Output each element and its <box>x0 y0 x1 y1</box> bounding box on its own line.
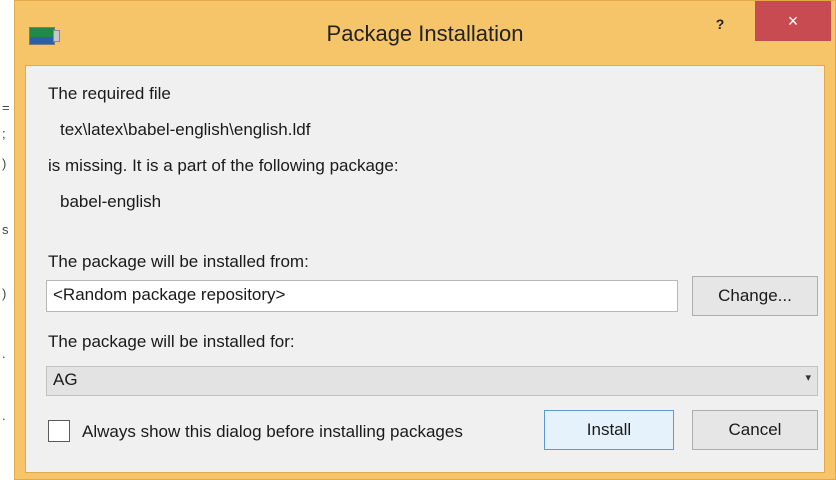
background-text: ) <box>2 156 7 171</box>
background-text: . <box>2 346 6 361</box>
repository-field[interactable]: <Random package repository> <box>46 280 678 312</box>
chevron-down-icon: ▾ <box>805 372 811 384</box>
user-select-value: AG <box>53 370 78 389</box>
package-installation-dialog: Package Installation ? × The required fi… <box>14 0 836 480</box>
intro-text: The required file <box>48 84 171 103</box>
title-bar[interactable]: Package Installation ? × <box>15 1 835 65</box>
help-button[interactable]: ? <box>703 9 737 39</box>
cancel-button[interactable]: Cancel <box>692 410 818 450</box>
user-select[interactable]: AG ▾ <box>46 366 818 396</box>
always-show-label[interactable]: Always show this dialog before installin… <box>82 422 463 442</box>
source-label: The package will be installed from: <box>48 252 309 271</box>
target-label: The package will be installed for: <box>48 332 295 351</box>
background-text: . <box>2 408 6 423</box>
missing-file-path: tex\latex\babel-english\english.ldf <box>60 120 311 139</box>
background-text: ) <box>2 286 7 301</box>
package-name: babel-english <box>60 192 162 211</box>
close-button[interactable]: × <box>755 1 831 41</box>
background-text: = <box>2 100 10 115</box>
always-show-checkbox[interactable] <box>48 420 70 442</box>
install-button[interactable]: Install <box>544 410 674 450</box>
background-text: s <box>2 222 9 237</box>
background-text: ; <box>2 126 6 141</box>
missing-description: is missing. It is a part of the followin… <box>48 156 399 175</box>
dialog-body: The required file tex\latex\babel-englis… <box>25 65 825 473</box>
change-button[interactable]: Change... <box>692 276 818 316</box>
